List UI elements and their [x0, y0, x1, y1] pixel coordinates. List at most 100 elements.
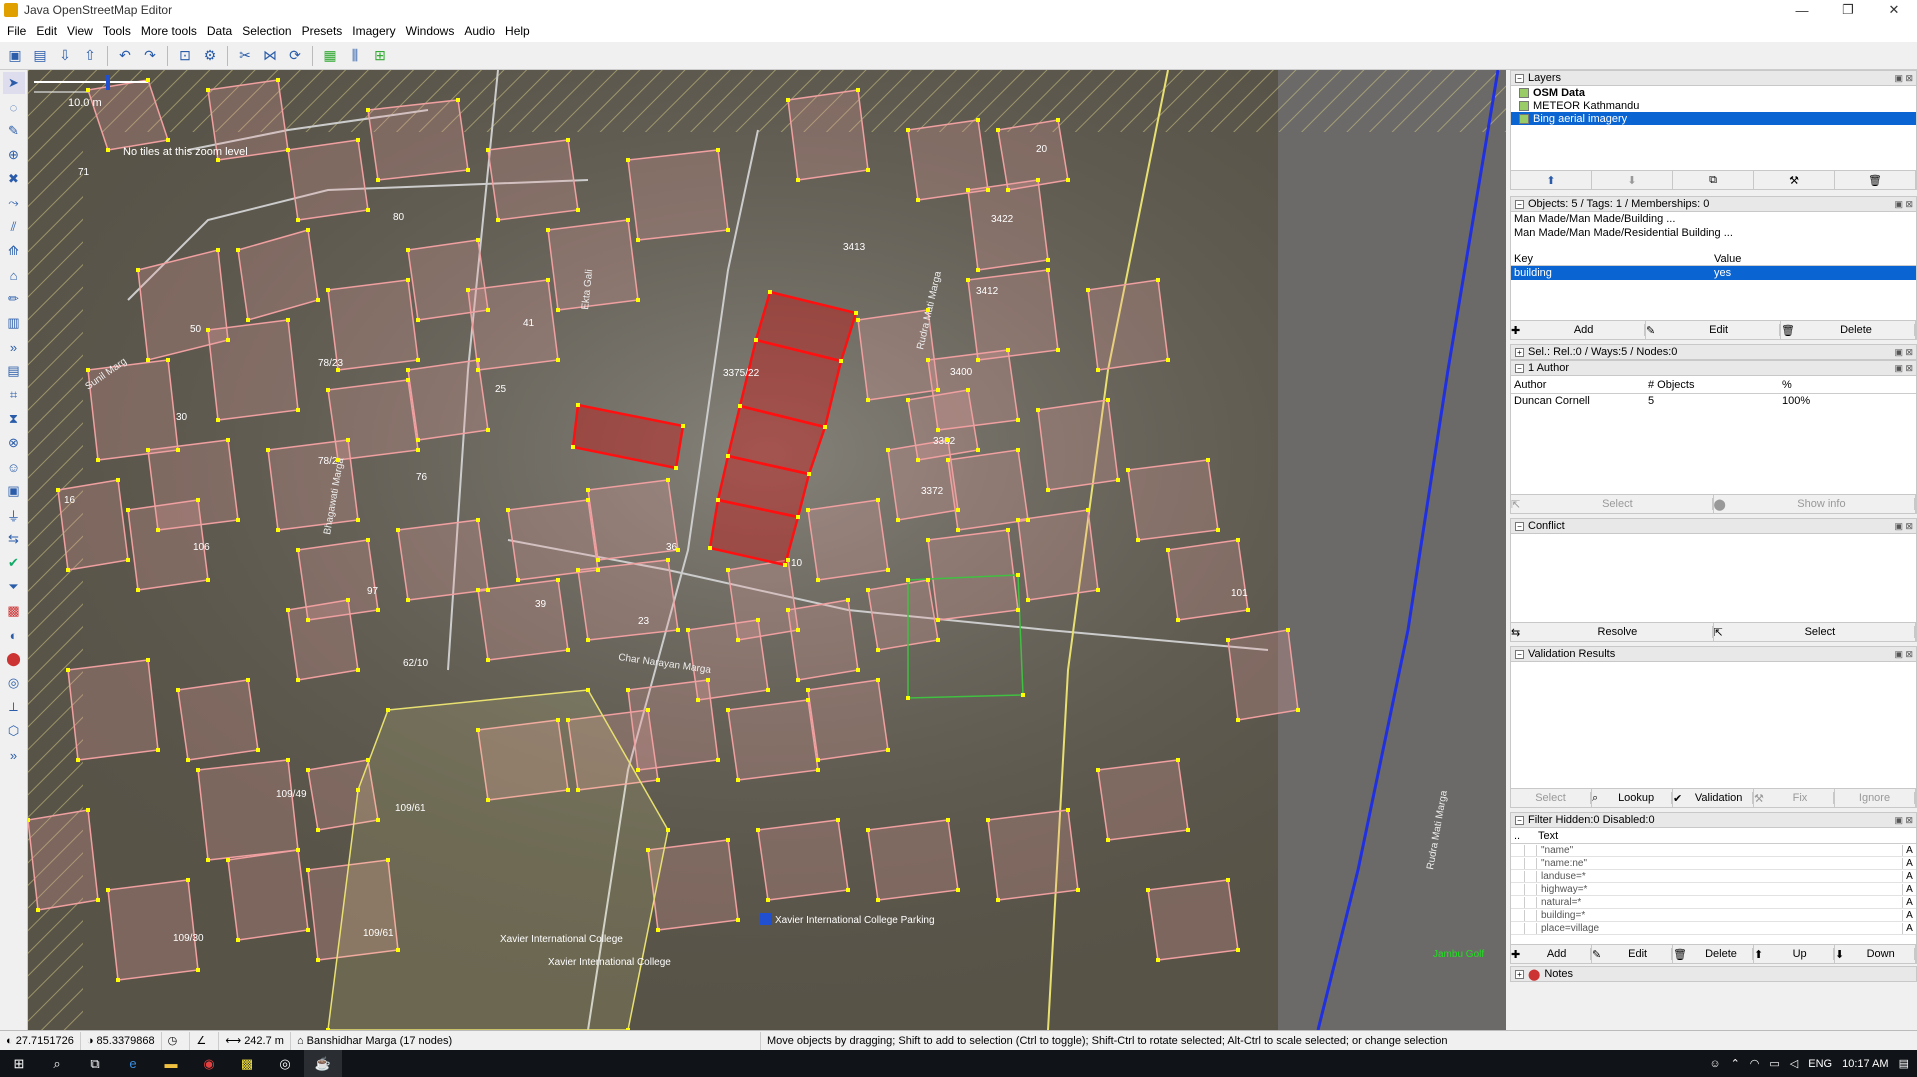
node[interactable] — [486, 658, 490, 662]
node[interactable] — [306, 618, 310, 622]
lasso-tool-icon[interactable]: ◌ — [3, 96, 25, 118]
node[interactable] — [856, 318, 860, 322]
redo-icon[interactable]: ↷ — [139, 45, 161, 67]
chevron-up-icon[interactable]: ⌃ — [1731, 1057, 1740, 1070]
node[interactable] — [206, 88, 210, 92]
node[interactable] — [296, 548, 300, 552]
node[interactable] — [356, 138, 360, 142]
notifications-icon[interactable]: ▤ — [1899, 1057, 1909, 1070]
node[interactable] — [486, 588, 490, 592]
node[interactable] — [266, 448, 270, 452]
tags-toggle-icon[interactable]: ⌗ — [3, 384, 25, 406]
extrude-icon[interactable]: ⟰ — [3, 240, 25, 262]
panel-window-icons[interactable]: ▣ ⊠ — [1894, 649, 1913, 660]
node[interactable] — [196, 498, 200, 502]
node[interactable] — [786, 558, 790, 562]
node[interactable] — [1056, 118, 1060, 122]
preset-link[interactable]: Man Made/Man Made/Building ... — [1511, 212, 1916, 226]
node[interactable] — [306, 228, 310, 232]
authors-panel-header[interactable]: − 1 Author ▣ ⊠ — [1510, 360, 1917, 376]
node[interactable] — [1216, 528, 1220, 532]
menu-more-tools[interactable]: More tools — [136, 24, 202, 38]
filter-row[interactable]: landuse=* A — [1511, 870, 1916, 883]
wifi-icon[interactable]: ◠ — [1750, 1057, 1760, 1070]
validation-panel-header[interactable]: − Validation Results ▣ ⊠ — [1510, 646, 1917, 662]
node[interactable] — [416, 318, 420, 322]
menu-tools[interactable]: Tools — [98, 24, 136, 38]
node[interactable] — [366, 538, 370, 542]
node[interactable] — [906, 578, 910, 582]
funnel-icon[interactable]: ⏷ — [3, 576, 25, 598]
node[interactable] — [116, 978, 120, 982]
orthogonalize-icon[interactable]: ⊞ — [369, 45, 391, 67]
node[interactable] — [316, 958, 320, 962]
node[interactable] — [966, 388, 970, 392]
node[interactable] — [916, 198, 920, 202]
node[interactable] — [946, 458, 950, 462]
node[interactable] — [906, 128, 910, 132]
more-icon[interactable]: » — [3, 336, 25, 358]
node[interactable] — [416, 438, 420, 442]
node[interactable] — [1156, 278, 1160, 282]
tags-panel-header[interactable]: − Objects: 5 / Tags: 1 / Memberships: 0 … — [1510, 196, 1917, 212]
node[interactable] — [376, 608, 380, 612]
node[interactable] — [1006, 528, 1010, 532]
node[interactable] — [326, 288, 330, 292]
node[interactable] — [476, 588, 480, 592]
node[interactable] — [736, 778, 740, 782]
menu-file[interactable]: File — [2, 24, 31, 38]
steam-icon[interactable]: ◎ — [266, 1050, 304, 1077]
measure-icon[interactable]: ⟂ — [3, 696, 25, 718]
node[interactable] — [626, 218, 630, 222]
node[interactable] — [246, 318, 250, 322]
node[interactable] — [856, 88, 860, 92]
node[interactable] — [166, 358, 170, 362]
node[interactable] — [1046, 488, 1050, 492]
node[interactable] — [366, 758, 370, 762]
node[interactable] — [406, 248, 410, 252]
delete-tag-button[interactable]: 🗑 Delete — [1781, 321, 1916, 339]
explorer-icon[interactable]: ▬ — [152, 1050, 190, 1077]
node[interactable] — [506, 508, 510, 512]
node[interactable] — [806, 508, 810, 512]
node[interactable] — [306, 768, 310, 772]
edit-tag-button[interactable]: ✎ Edit — [1646, 321, 1781, 339]
select-issue-button[interactable]: Select — [1511, 789, 1592, 807]
node[interactable] — [1066, 178, 1070, 182]
node[interactable] — [476, 358, 480, 362]
node[interactable] — [926, 578, 930, 582]
node[interactable] — [1156, 958, 1160, 962]
relation-icon[interactable]: ⊗ — [3, 432, 25, 454]
filter-row[interactable]: natural=* A — [1511, 896, 1916, 909]
node[interactable] — [768, 290, 772, 294]
node[interactable] — [486, 308, 490, 312]
node[interactable] — [206, 858, 210, 862]
upload-icon[interactable]: ⇧ — [79, 45, 101, 67]
node[interactable] — [876, 648, 880, 652]
node[interactable] — [708, 546, 712, 550]
filter-row[interactable]: place=village A — [1511, 922, 1916, 935]
node[interactable] — [246, 678, 250, 682]
node[interactable] — [726, 568, 730, 572]
node[interactable] — [996, 128, 1000, 132]
node[interactable] — [416, 448, 420, 452]
node[interactable] — [286, 608, 290, 612]
node[interactable] — [936, 428, 940, 432]
node[interactable] — [1036, 178, 1040, 182]
node[interactable] — [156, 748, 160, 752]
node[interactable] — [346, 438, 350, 442]
node[interactable] — [206, 328, 210, 332]
node[interactable] — [586, 638, 590, 642]
node[interactable] — [276, 78, 280, 82]
node[interactable] — [726, 228, 730, 232]
node[interactable] — [216, 158, 220, 162]
menu-imagery[interactable]: Imagery — [347, 24, 400, 38]
node[interactable] — [476, 238, 480, 242]
undo-icon[interactable]: ↶ — [114, 45, 136, 67]
node[interactable] — [286, 758, 290, 762]
node[interactable] — [754, 338, 758, 342]
node[interactable] — [586, 498, 590, 502]
layers-panel-header[interactable]: − Layers ▣ ⊠ — [1510, 70, 1917, 86]
terracer-icon[interactable]: ▥ — [3, 312, 25, 334]
filter-row[interactable]: "name:ne" A — [1511, 857, 1916, 870]
